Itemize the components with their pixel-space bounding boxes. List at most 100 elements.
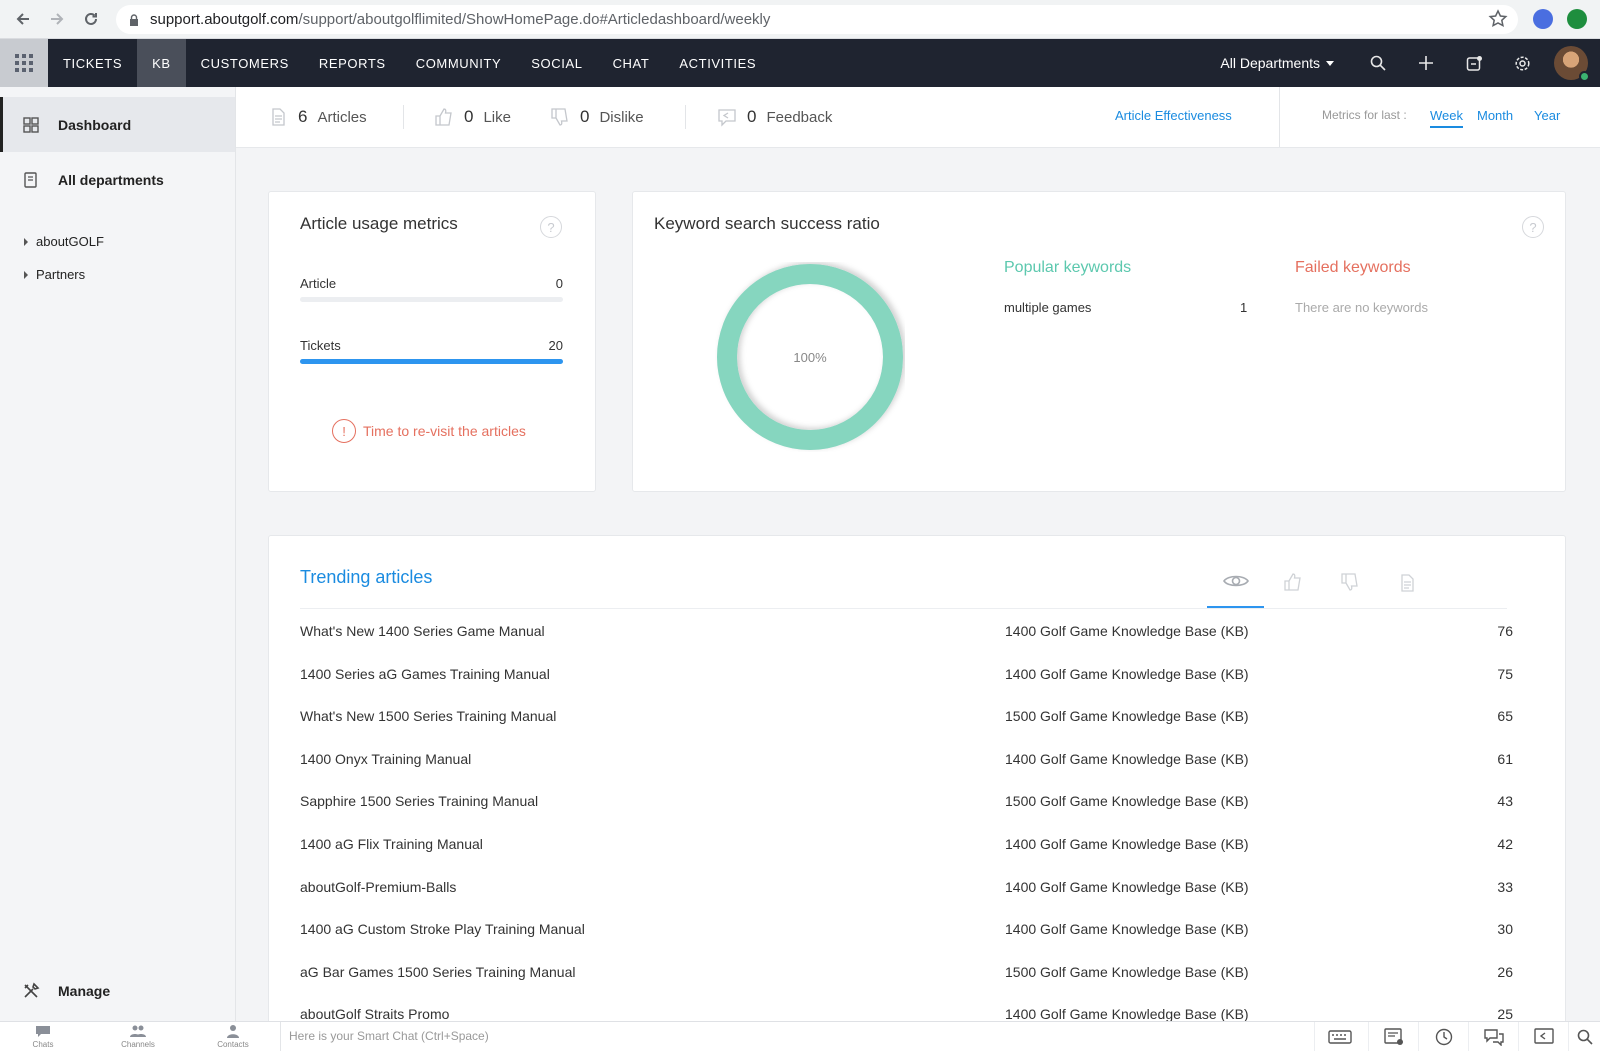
search-icon[interactable] [1354,39,1402,87]
knowledge-base-name: 1400 Golf Game Knowledge Base (KB) [1005,921,1249,938]
person-icon [227,1025,239,1038]
like-label: Like [483,108,511,126]
article-name[interactable]: What's New 1400 Series Game Manual [300,623,545,639]
back-icon[interactable] [6,2,40,36]
article-name[interactable]: What's New 1500 Series Training Manual [300,708,556,724]
sidebar-item-label: Dashboard [58,116,132,133]
nav-tab-kb[interactable]: KB [137,39,186,87]
table-row[interactable]: 1400 Series aG Games Training Manual 1400… [300,653,1513,695]
divider [403,105,404,129]
notes-icon[interactable] [1368,1022,1418,1051]
nav-tab-chat[interactable]: CHAT [598,39,665,87]
table-row[interactable]: What's New 1400 Series Game Manual 1400 G… [300,610,1513,652]
table-row[interactable]: Sapphire 1500 Series Training Manual 1500… [300,780,1513,822]
article-name[interactable]: aG Bar Games 1500 Series Training Manual [300,964,575,980]
department-tree: aboutGOLF Partners [0,225,235,291]
metric-tickets: Tickets 20 [300,338,563,364]
bookmark-star-icon[interactable] [1488,9,1508,29]
compose-icon[interactable] [1450,39,1498,87]
view-count: 33 [1497,878,1513,895]
nav-tab-community[interactable]: COMMUNITY [401,39,517,87]
revisit-warning[interactable]: ! Time to re-visit the articles [332,419,526,443]
reload-icon[interactable] [74,2,108,36]
feedback-label: Feedback [766,108,833,126]
article-effectiveness-link[interactable]: Article Effectiveness [1115,108,1232,123]
nav-tab-reports[interactable]: REPORTS [304,39,401,87]
table-row[interactable]: aboutGolf-Premium-Balls 1400 Golf Game Kn… [300,866,1513,908]
trending-tabs [1207,568,1435,608]
table-row[interactable]: aG Bar Games 1500 Series Training Manual… [300,951,1513,993]
articles-label: Articles [317,108,367,126]
article-name[interactable]: aboutGolf Straits Promo [300,1006,449,1022]
clock-icon[interactable] [1418,1022,1468,1051]
knowledge-base-name: 1400 Golf Game Knowledge Base (KB) [1005,623,1249,639]
article-usage-card: Article usage metrics ? Article 0 Ticket… [268,191,596,492]
thumbs-up-icon[interactable] [1264,568,1321,608]
card-title: Keyword search success ratio [654,214,880,233]
apps-grid-button[interactable] [0,39,48,87]
knowledge-base-name: 1400 Golf Game Knowledge Base (KB) [1005,836,1249,852]
view-count: 61 [1497,750,1513,767]
tree-item-aboutgolf[interactable]: aboutGOLF [0,225,235,258]
thumbs-down-icon[interactable] [1321,568,1378,608]
forward-icon[interactable] [40,2,74,36]
nav-tab-tickets[interactable]: TICKETS [48,39,137,87]
document-icon[interactable] [1378,568,1435,608]
channels-label: Channels [121,1040,155,1049]
metrics-period-selector: Metrics for last : Week Month Year [1279,87,1600,147]
keyboard-icon[interactable] [1314,1022,1364,1051]
conversation-icon[interactable] [1468,1022,1518,1051]
department-label: All Departments [1220,55,1320,71]
period-month[interactable]: Month [1477,108,1513,123]
knowledge-base-name: 1500 Golf Game Knowledge Base (KB) [1005,793,1249,810]
sidebar-item-manage[interactable]: Manage [0,971,236,1011]
article-name[interactable]: 1400 aG Flix Training Manual [300,836,483,852]
reply-icon[interactable] [1518,1022,1568,1051]
help-icon[interactable]: ? [1522,216,1544,238]
table-row[interactable]: What's New 1500 Series Training Manual 15… [300,695,1513,737]
url-host: support.aboutgolf.com [150,11,299,28]
view-count: 42 [1497,836,1513,852]
period-year[interactable]: Year [1534,108,1560,123]
tree-item-partners[interactable]: Partners [0,258,235,291]
extension-icon[interactable] [1533,9,1553,29]
table-row[interactable]: 1400 Onyx Training Manual 1400 Golf Game … [300,738,1513,780]
article-name[interactable]: 1400 Onyx Training Manual [300,751,471,767]
eye-icon[interactable] [1207,568,1264,608]
app-top-nav: TICKETS KB CUSTOMERS REPORTS COMMUNITY SOCIAL… [0,39,1600,87]
nav-tab-activities[interactable]: ACTIVITIES [664,39,771,87]
ratio-label: 100% [793,350,827,365]
plus-icon[interactable] [1402,39,1450,87]
channels-button[interactable]: Channels [108,1024,168,1049]
gear-icon[interactable] [1498,39,1546,87]
help-icon[interactable]: ? [540,216,562,238]
contacts-button[interactable]: Contacts [203,1024,263,1049]
article-name[interactable]: Sapphire 1500 Series Training Manual [300,793,538,809]
table-row[interactable]: 1400 aG Custom Stroke Play Training Manu… [300,908,1513,950]
caret-right-icon [24,237,28,246]
view-count: 26 [1497,963,1513,980]
avatar[interactable] [1554,46,1590,82]
search-icon[interactable] [1568,1022,1600,1051]
trending-title: Trending articles [300,567,433,587]
failed-keywords-empty: There are no keywords [1295,300,1428,315]
profile-extension-icon[interactable] [1567,9,1587,29]
tree-item-label: Partners [36,267,86,282]
sidebar-item-all-departments[interactable]: All departments [0,152,235,207]
nav-tab-customers[interactable]: CUSTOMERS [186,39,304,87]
view-count: 30 [1497,921,1513,938]
sidebar-item-dashboard[interactable]: Dashboard [0,97,235,152]
department-dropdown[interactable]: All Departments [1220,55,1334,71]
smart-chat-input[interactable]: Here is your Smart Chat (Ctrl+Space) [280,1022,1312,1051]
address-bar[interactable]: support.aboutgolf.com/support/aboutgolfl… [116,5,1518,34]
chats-button[interactable]: Chats [13,1024,73,1049]
article-name[interactable]: aboutGolf-Premium-Balls [300,879,456,895]
period-week[interactable]: Week [1430,108,1463,128]
table-row[interactable]: 1400 aG Flix Training Manual 1400 Golf Ga… [300,823,1513,865]
article-name[interactable]: 1400 aG Custom Stroke Play Training Manu… [300,921,585,937]
metric-value: 20 [548,338,563,353]
article-name[interactable]: 1400 Series aG Games Training Manual [300,666,550,682]
online-status-dot [1579,71,1590,82]
popular-keyword-count: 1 [1240,300,1248,315]
nav-tab-social[interactable]: SOCIAL [516,39,597,87]
